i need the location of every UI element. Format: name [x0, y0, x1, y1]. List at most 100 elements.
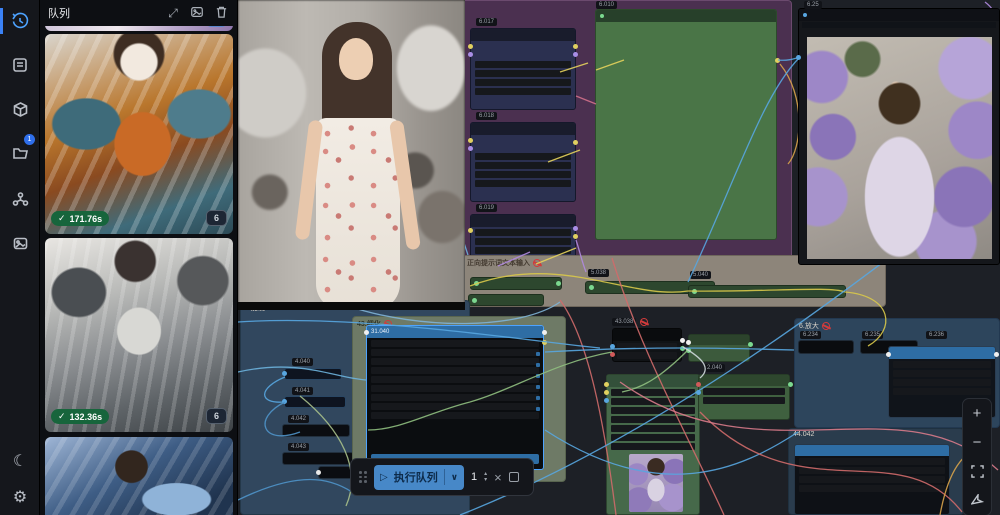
trash-icon[interactable] [213, 5, 229, 22]
select-mode-button[interactable] [962, 486, 992, 515]
gallery-toggle-icon[interactable] [189, 5, 205, 22]
pill-node[interactable] [284, 396, 346, 408]
fit-view-icon [971, 465, 984, 478]
node-black[interactable] [612, 328, 682, 362]
port[interactable] [282, 371, 287, 376]
sidebar-item-folder[interactable]: 1 [0, 136, 40, 170]
zoom-out-button[interactable]: − [962, 428, 992, 457]
pill-node[interactable] [468, 294, 544, 306]
port[interactable] [474, 281, 479, 286]
port[interactable] [788, 382, 793, 387]
list-icon [12, 57, 28, 73]
queue-count: 6 [206, 408, 227, 424]
port[interactable] [542, 330, 547, 335]
port[interactable] [573, 234, 578, 239]
port[interactable] [680, 346, 685, 351]
port[interactable] [692, 289, 697, 294]
port[interactable] [589, 285, 594, 290]
port[interactable] [796, 55, 801, 60]
port[interactable] [696, 382, 701, 387]
batch-count-value[interactable]: 1 [471, 471, 477, 483]
clear-queue-button[interactable]: × [494, 470, 502, 485]
port[interactable] [468, 44, 473, 49]
node-green-2[interactable] [698, 374, 790, 420]
port[interactable] [573, 52, 578, 57]
node-image-preview[interactable] [798, 8, 1000, 265]
port[interactable] [610, 344, 615, 349]
run-queue-button[interactable]: ▷ 执行队列 ∨ [374, 465, 464, 490]
port[interactable] [748, 342, 753, 347]
pill-node[interactable] [282, 424, 350, 437]
sidebar-item-gallery[interactable] [0, 226, 40, 260]
port[interactable] [282, 399, 287, 404]
theme-toggle[interactable]: ☾ [0, 444, 40, 478]
preview-image-wisteria[interactable] [807, 37, 992, 259]
pill-node[interactable] [798, 340, 854, 354]
queue-item-3[interactable]: ✓ 132.36s 6 [45, 238, 233, 432]
node-preview-small[interactable] [606, 374, 700, 515]
port[interactable] [604, 390, 609, 395]
queue-item-2[interactable]: ✓ 171.76s 6 [45, 34, 233, 234]
port[interactable] [604, 398, 609, 403]
node-selected[interactable]: 31.040 [366, 325, 544, 470]
port[interactable] [775, 58, 780, 63]
port[interactable] [696, 390, 701, 395]
queue-item-4[interactable] [45, 437, 233, 515]
port[interactable] [472, 298, 477, 303]
port[interactable] [680, 338, 685, 343]
port[interactable] [686, 340, 691, 345]
port[interactable] [886, 352, 891, 357]
figure-dress [316, 118, 400, 310]
node-save[interactable] [794, 444, 950, 515]
sidebar-item-node-map[interactable] [0, 182, 40, 216]
port[interactable] [610, 352, 615, 357]
drag-handle[interactable] [359, 471, 367, 483]
thumbnail-image[interactable] [629, 454, 683, 512]
expand-icon[interactable]: ⤢ [165, 6, 181, 21]
sidebar-item-workflows[interactable] [0, 48, 40, 82]
run-label: 执行队列 [394, 469, 438, 485]
node-encode-2[interactable] [470, 122, 576, 202]
node-sampler-green[interactable] [595, 9, 777, 240]
port[interactable] [468, 52, 473, 57]
node-encode-1[interactable] [470, 28, 576, 110]
port[interactable] [468, 146, 473, 151]
plus-icon: + [973, 405, 982, 422]
port[interactable] [573, 226, 578, 231]
check-icon: ✓ [58, 213, 66, 224]
step-down-icon[interactable]: ▾ [484, 477, 487, 483]
port[interactable] [573, 44, 578, 49]
port[interactable] [604, 382, 609, 387]
node-tag: 2.040 [704, 364, 725, 372]
node-tag: 6.25 [804, 1, 822, 9]
port[interactable] [686, 348, 691, 353]
node-tag: 5.038 [588, 269, 609, 277]
port[interactable] [573, 140, 578, 145]
node-tag: 43.038 [612, 318, 636, 326]
group-title: 44.042 [793, 431, 814, 438]
zoom-in-button[interactable]: + [962, 399, 992, 428]
port[interactable] [316, 470, 321, 475]
port[interactable] [468, 138, 473, 143]
sidebar-item-queue-history[interactable] [0, 4, 40, 38]
port[interactable] [364, 330, 369, 335]
chevron-down-icon[interactable]: ∨ [451, 472, 458, 483]
pill-node[interactable] [282, 452, 354, 465]
pill-node[interactable] [470, 277, 562, 290]
fit-view-button[interactable] [962, 457, 992, 486]
batch-stepper[interactable]: ▴ ▾ [484, 471, 487, 483]
settings-button[interactable]: ⚙ [0, 480, 40, 514]
group-title: 正向提示词文本输入 [467, 258, 530, 268]
port[interactable] [468, 228, 473, 233]
node-green-small[interactable] [688, 334, 750, 362]
port[interactable] [994, 352, 999, 357]
port[interactable] [556, 281, 561, 286]
pill-node[interactable] [688, 285, 846, 298]
sidebar-item-models[interactable] [0, 92, 40, 126]
stop-button[interactable] [509, 472, 519, 482]
pill-node[interactable] [284, 368, 342, 380]
expanded-preview-image[interactable] [238, 0, 465, 310]
port[interactable] [542, 340, 547, 345]
play-icon: ▷ [380, 472, 388, 483]
images-icon [12, 235, 29, 252]
